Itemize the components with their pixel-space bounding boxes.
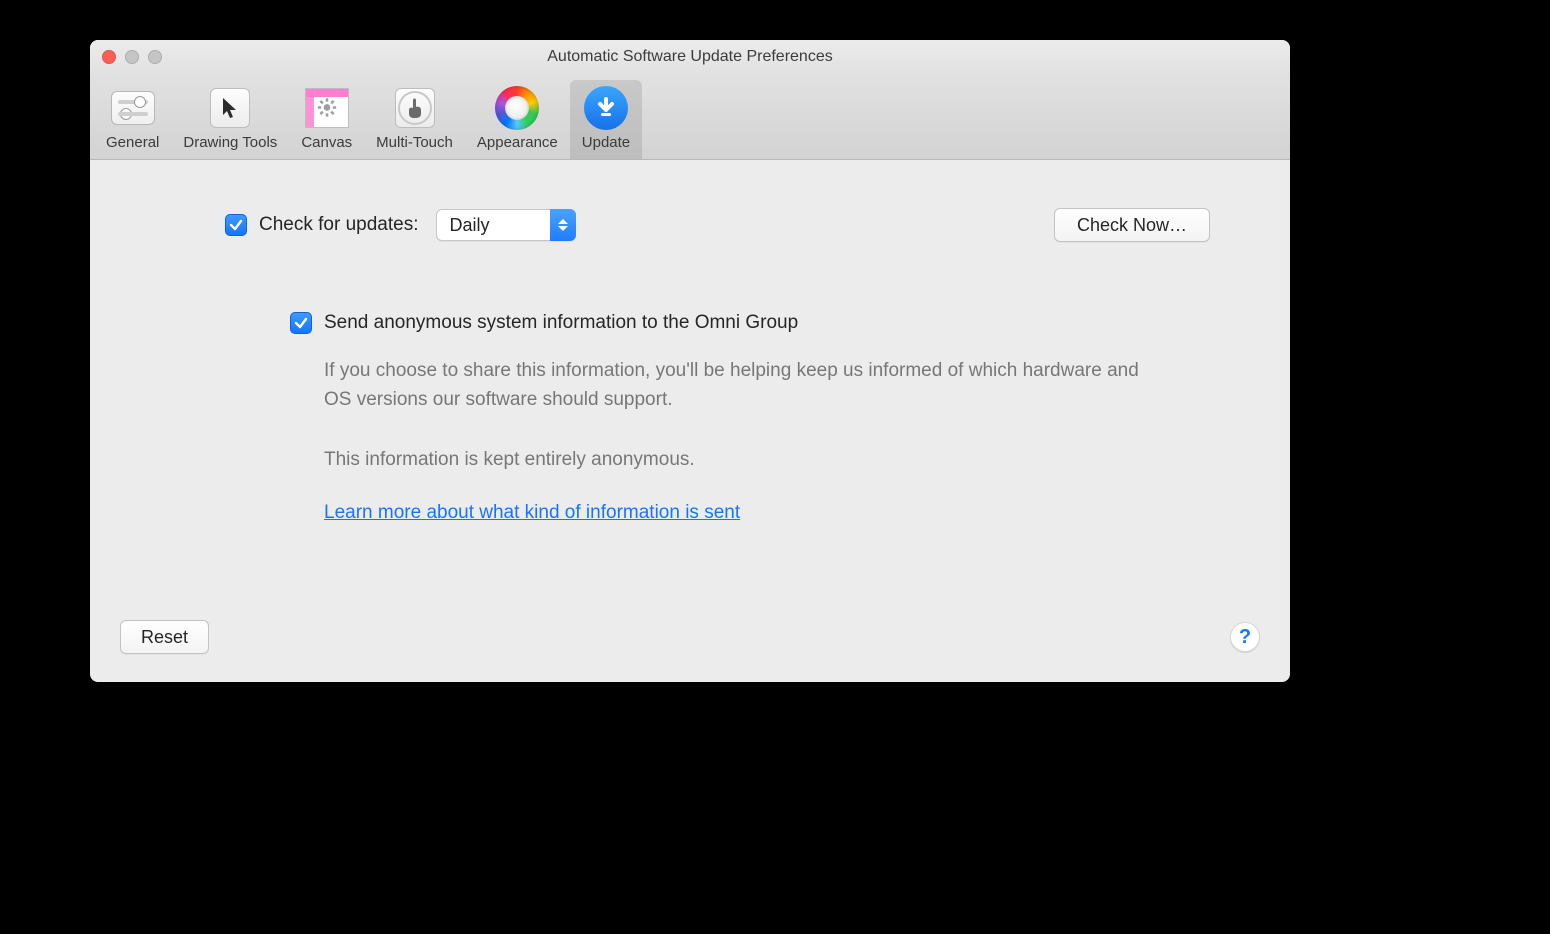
help-button[interactable]: ? bbox=[1230, 622, 1260, 652]
window-controls bbox=[102, 50, 162, 64]
check-now-label: Check Now… bbox=[1077, 215, 1187, 236]
canvas-icon bbox=[305, 88, 349, 128]
tab-drawing-tools[interactable]: Drawing Tools bbox=[171, 80, 289, 159]
learn-more-link[interactable]: Learn more about what kind of informatio… bbox=[324, 502, 740, 524]
reset-button[interactable]: Reset bbox=[120, 620, 209, 654]
tab-canvas[interactable]: Canvas bbox=[289, 80, 364, 159]
dropdown-arrows-icon bbox=[550, 209, 576, 241]
tab-update[interactable]: Update bbox=[570, 80, 642, 159]
update-pane: Check for updates: Daily Check Now… bbox=[90, 160, 1290, 600]
preferences-window: Automatic Software Update Preferences Ge… bbox=[90, 40, 1290, 682]
tab-label: Multi-Touch bbox=[376, 134, 453, 151]
download-icon bbox=[584, 86, 628, 130]
reset-label: Reset bbox=[141, 627, 188, 648]
help-icon: ? bbox=[1239, 626, 1251, 649]
zoom-window-button[interactable] bbox=[148, 50, 162, 64]
titlebar: Automatic Software Update Preferences bbox=[90, 40, 1290, 74]
preferences-toolbar: General Drawing Tools bbox=[90, 74, 1290, 160]
update-frequency-value: Daily bbox=[449, 215, 489, 236]
close-window-button[interactable] bbox=[102, 50, 116, 64]
tab-label: General bbox=[106, 134, 159, 151]
tab-appearance[interactable]: Appearance bbox=[465, 80, 570, 159]
tab-label: Canvas bbox=[301, 134, 352, 151]
send-system-info-checkbox[interactable] bbox=[290, 312, 312, 334]
tab-multi-touch[interactable]: Multi-Touch bbox=[364, 80, 465, 159]
tab-label: Appearance bbox=[477, 134, 558, 151]
update-frequency-select[interactable]: Daily bbox=[436, 209, 576, 241]
tab-label: Update bbox=[582, 134, 630, 151]
sliders-icon bbox=[111, 91, 155, 125]
info-description-1: If you choose to share this information,… bbox=[324, 356, 1150, 415]
check-for-updates-label: Check for updates: bbox=[259, 214, 418, 236]
check-now-button[interactable]: Check Now… bbox=[1054, 208, 1210, 242]
tab-label: Drawing Tools bbox=[183, 134, 277, 151]
window-title: Automatic Software Update Preferences bbox=[90, 48, 1290, 66]
tab-general[interactable]: General bbox=[94, 80, 171, 159]
info-description-2: This information is kept entirely anonym… bbox=[324, 445, 1150, 474]
pane-footer: Reset ? bbox=[90, 600, 1290, 682]
touch-icon bbox=[395, 88, 435, 128]
send-system-info-label: Send anonymous system information to the… bbox=[324, 312, 798, 334]
cursor-icon bbox=[210, 88, 250, 128]
minimize-window-button[interactable] bbox=[125, 50, 139, 64]
color-wheel-icon bbox=[495, 86, 539, 130]
check-for-updates-checkbox[interactable] bbox=[225, 214, 247, 236]
